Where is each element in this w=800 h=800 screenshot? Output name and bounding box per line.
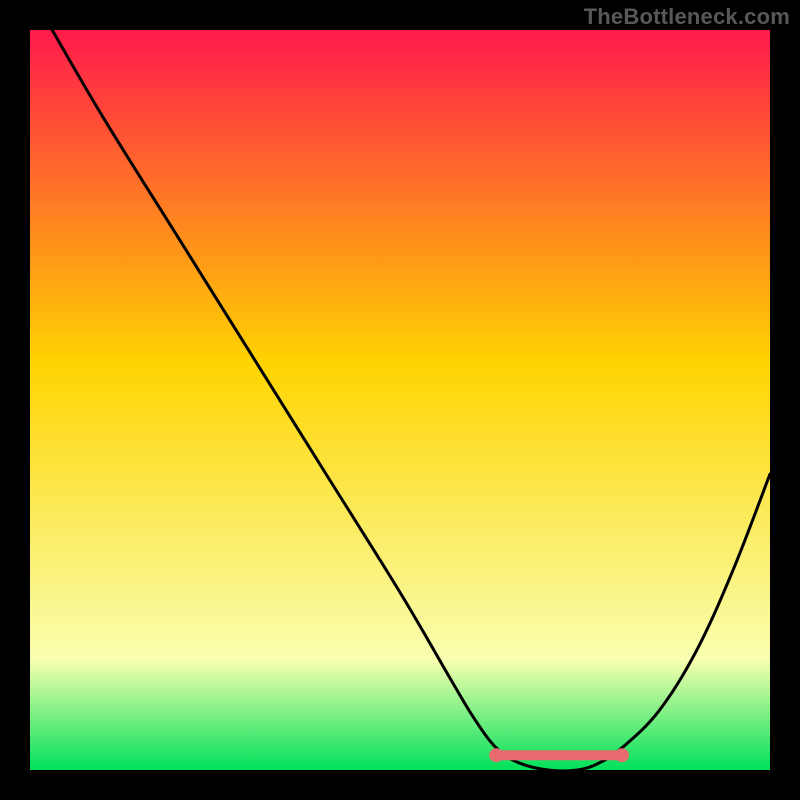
- bottleneck-chart: TheBottleneck.com: [0, 0, 800, 800]
- optimal-range-start-dot: [489, 748, 503, 762]
- curve-layer: [30, 30, 770, 770]
- optimal-range-end-dot: [615, 748, 629, 762]
- bottleneck-curve: [52, 30, 770, 770]
- watermark-text: TheBottleneck.com: [584, 4, 790, 30]
- plot-area: [30, 30, 770, 770]
